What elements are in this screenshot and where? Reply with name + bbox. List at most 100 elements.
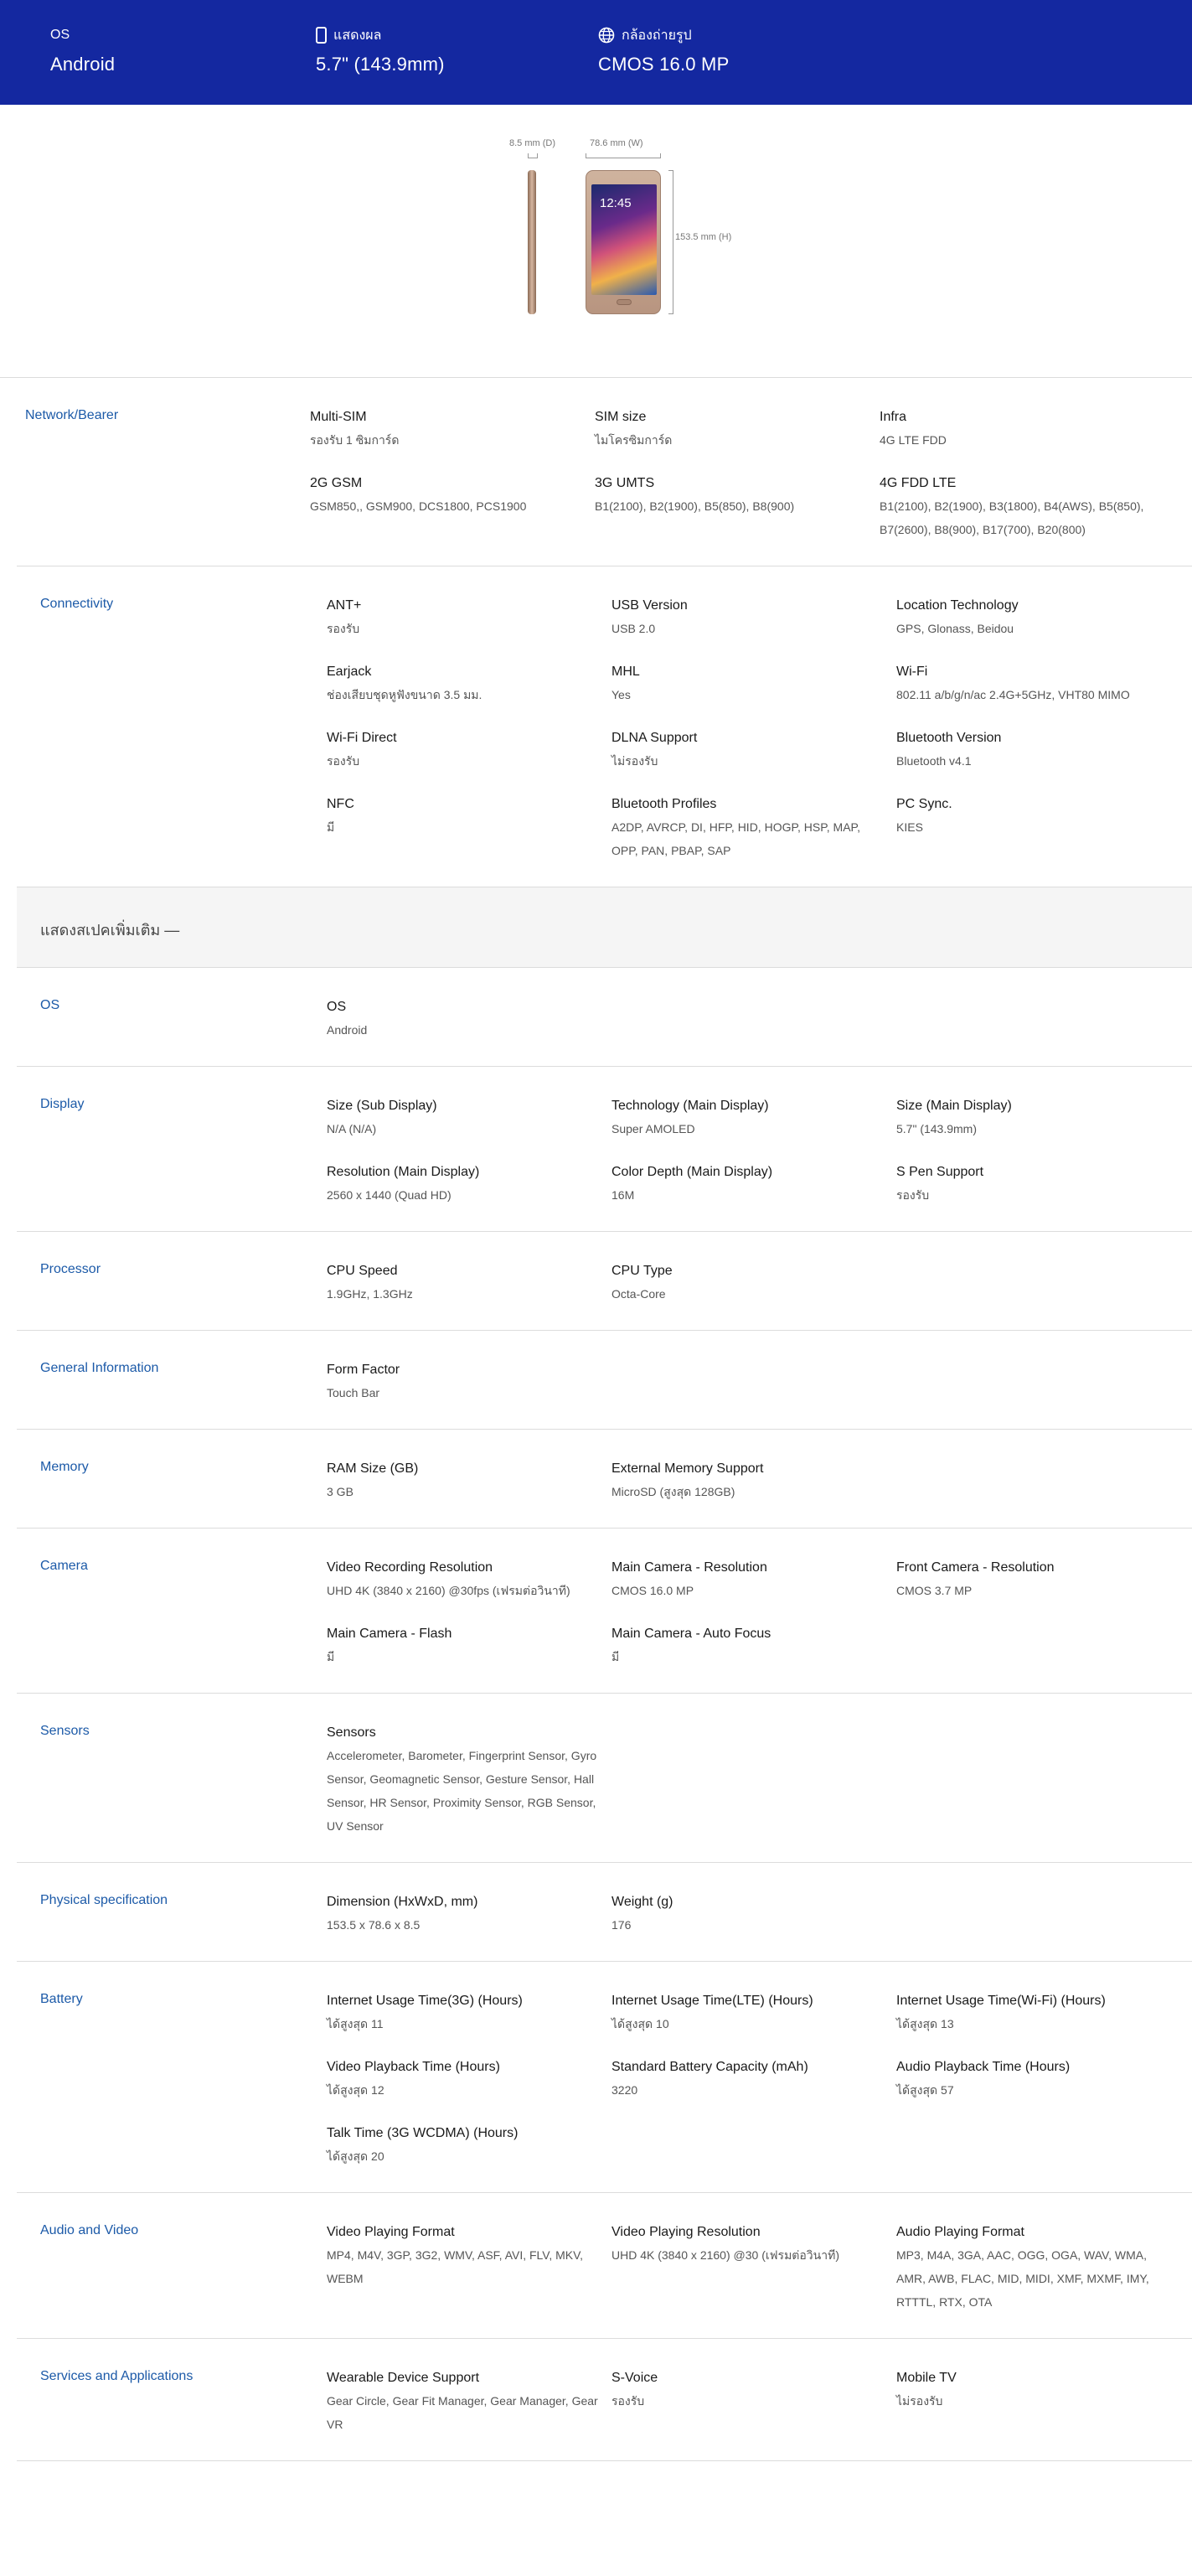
spec-item-value: UHD 4K (3840 x 2160) @30 (เฟรมต่อวินาที) (611, 2248, 839, 2262)
spec-section-display: Display Size (Sub Display) N/A (N/A) Techno… (17, 1066, 1192, 1231)
spec-item-weight-g: Weight (g) 176 (611, 1893, 888, 1937)
spec-item-dlna-support: DLNA Support ไม่รองรับ (611, 729, 888, 773)
spec-item-label: Main Camera - Resolution (611, 1560, 767, 1575)
spec-section-title: Display (40, 1097, 85, 1111)
key-spec-os-label: OS (50, 28, 70, 42)
spec-item-label: Size (Sub Display) (327, 1099, 437, 1113)
spec-item-audio-playing-format: Audio Playing Format MP3, M4A, 3GA, AAC, … (896, 2223, 1173, 2314)
spec-section-memory: Memory RAM Size (GB) 3 GB External Memory S… (17, 1429, 1192, 1528)
spec-item-label: ANT+ (327, 598, 362, 613)
spec-item-label: External Memory Support (611, 1461, 764, 1476)
spec-section-title: Memory (40, 1460, 89, 1474)
spec-item-label: Multi-SIM (310, 410, 367, 424)
spec-item-value: MP3, M4A, 3GA, AAC, OGG, OGA, WAV, WMA, … (896, 2248, 1149, 2309)
spec-item-video-playing-resolution: Video Playing Resolution UHD 4K (3840 x 2… (611, 2223, 888, 2267)
spec-section-title: Network/Bearer (25, 408, 119, 422)
spec-item-multi-sim: Multi-SIM รองรับ 1 ซิมการ์ด (310, 408, 586, 452)
spec-item-sensors: Sensors Accelerometer, Barometer, Fingerp… (327, 1724, 603, 1838)
spec-item-video-playing-format: Video Playing Format MP4, M4V, 3GP, 3G2, … (327, 2223, 603, 2290)
spec-item-value: ไม่รองรับ (896, 2394, 943, 2408)
spec-item-label: Earjack (327, 665, 372, 679)
spec-section-title: Connectivity (40, 597, 114, 611)
spec-item-internet-usage-time-lte-hours: Internet Usage Time(LTE) (Hours) ได้สูงสุ… (611, 1992, 888, 2035)
spec-item-label: Dimension (HxWxD, mm) (327, 1895, 478, 1909)
spec-item-value: GSM850,, GSM900, DCS1800, PCS1900 (310, 499, 527, 513)
spec-item-value: Super AMOLED (611, 1122, 695, 1135)
spec-section-audio-and-video: Audio and Video Video Playing Format MP4, … (17, 2192, 1192, 2338)
spec-item-value: 16M (611, 1188, 635, 1202)
key-spec-os: OS Android (50, 25, 115, 75)
spec-item-wi-fi: Wi-Fi 802.11 a/b/g/n/ac 2.4G+5GHz, VHT80 … (896, 663, 1173, 706)
spec-item-label: Mobile TV (896, 2371, 957, 2385)
spec-item-cpu-type: CPU Type Octa-Core (611, 1262, 888, 1306)
height-dimension: 153.5 mm (H) (675, 232, 732, 242)
spec-item-wearable-device-support: Wearable Device Support Gear Circle, Gear… (327, 2369, 603, 2436)
spec-item-main-camera-resolution: Main Camera - Resolution CMOS 16.0 MP (611, 1559, 888, 1602)
spec-item-label: DLNA Support (611, 731, 698, 745)
spec-item-nfc: NFC มี (327, 795, 603, 839)
spec-item-value: มี (327, 1650, 335, 1663)
spec-item-value: Yes (611, 688, 631, 701)
phone-icon (316, 27, 327, 44)
spec-item-size-main-display: Size (Main Display) 5.7" (143.9mm) (896, 1097, 1173, 1141)
spec-section-title: Battery (40, 1992, 83, 2006)
device-dimension-illustration: 8.5 mm (D) 78.6 mm (W) 153.5 mm (H) 12:4… (0, 105, 1192, 377)
spec-item-bluetooth-version: Bluetooth Version Bluetooth v4.1 (896, 729, 1173, 773)
spec-item-bluetooth-profiles: Bluetooth Profiles A2DP, AVRCP, DI, HFP, … (611, 795, 888, 862)
spec-item-3g-umts: 3G UMTS B1(2100), B2(1900), B5(850), B8(9… (595, 474, 871, 518)
height-dimension-line (668, 170, 673, 314)
spec-item-value: Touch Bar (327, 1386, 380, 1399)
key-specs-banner: OS Android แสดงผล 5.7" (143.9mm) กล้องถ่… (0, 0, 1192, 105)
spec-list-end (17, 2460, 1192, 2467)
spec-item-location-technology: Location Technology GPS, Glonass, Beidou (896, 597, 1173, 640)
spec-item-value: ช่องเสียบชุดหูฟังขนาด 3.5 มม. (327, 688, 482, 701)
phone-front-view: 12:45 (586, 170, 661, 314)
spec-item-label: Size (Main Display) (896, 1099, 1012, 1113)
spec-item-label: Resolution (Main Display) (327, 1165, 480, 1179)
spec-item-value: 3 GB (327, 1485, 353, 1498)
spec-item-standard-battery-capacity-mah: Standard Battery Capacity (mAh) 3220 (611, 2058, 888, 2102)
spec-item-mhl: MHL Yes (611, 663, 888, 706)
spec-item-value: Gear Circle, Gear Fit Manager, Gear Mana… (327, 2394, 598, 2431)
spec-item-value: MicroSD (สูงสุด 128GB) (611, 1485, 735, 1498)
spec-item-label: S-Voice (611, 2371, 658, 2385)
spec-item-label: 4G FDD LTE (880, 476, 957, 490)
spec-item-value: รองรับ 1 ซิมการ์ด (310, 433, 400, 447)
spec-item-mobile-tv: Mobile TV ไม่รองรับ (896, 2369, 1173, 2413)
spec-section-title: Audio and Video (40, 2223, 139, 2237)
spec-item-value: รองรับ (327, 622, 360, 635)
spec-item-value: ได้สูงสุด 57 (896, 2083, 954, 2097)
width-dimension: 78.6 mm (W) (590, 138, 643, 148)
spec-item-video-recording-resolution: Video Recording Resolution UHD 4K (3840 x… (327, 1559, 603, 1602)
spec-item-value: รองรับ (611, 2394, 645, 2408)
spec-item-label: OS (327, 1000, 347, 1014)
spec-item-infra: Infra 4G LTE FDD (880, 408, 1156, 452)
spec-section-title: Sensors (40, 1724, 90, 1738)
spec-item-label: Form Factor (327, 1363, 400, 1377)
spec-item-value: Bluetooth v4.1 (896, 754, 972, 768)
spec-item-label: Audio Playback Time (Hours) (896, 2060, 1071, 2074)
spec-item-ant: ANT+ รองรับ (327, 597, 603, 640)
spec-item-label: Internet Usage Time(LTE) (Hours) (611, 1994, 813, 2008)
spec-item-label: RAM Size (GB) (327, 1461, 419, 1476)
spec-item-value: Android (327, 1023, 368, 1037)
spec-item-technology-main-display: Technology (Main Display) Super AMOLED (611, 1097, 888, 1141)
globe-icon (598, 27, 615, 44)
spec-section-title: Physical specification (40, 1893, 168, 1907)
show-more-specs-toggle[interactable]: แสดงสเปคเพิ่มเติม — (17, 887, 1192, 967)
spec-item-pc-sync: PC Sync. KIES (896, 795, 1173, 839)
spec-item-size-sub-display: Size (Sub Display) N/A (N/A) (327, 1097, 603, 1141)
spec-item-value: Octa-Core (611, 1287, 666, 1301)
key-spec-display: แสดงผล 5.7" (143.9mm) (316, 25, 445, 75)
spec-item-label: 2G GSM (310, 476, 363, 490)
spec-item-label: PC Sync. (896, 797, 952, 811)
spec-item-value: B1(2100), B2(1900), B5(850), B8(900) (595, 499, 795, 513)
spec-section-processor: Processor CPU Speed 1.9GHz, 1.3GHz CPU Type… (17, 1231, 1192, 1330)
spec-item-value: A2DP, AVRCP, DI, HFP, HID, HOGP, HSP, MA… (611, 820, 860, 857)
width-dimension-line (586, 153, 661, 158)
spec-item-value: ไม่รองรับ (611, 754, 658, 768)
spec-item-value: 4G LTE FDD (880, 433, 947, 447)
spec-item-label: SIM size (595, 410, 647, 424)
spec-item-label: Audio Playing Format (896, 2225, 1024, 2239)
spec-item-value: มี (327, 820, 335, 834)
